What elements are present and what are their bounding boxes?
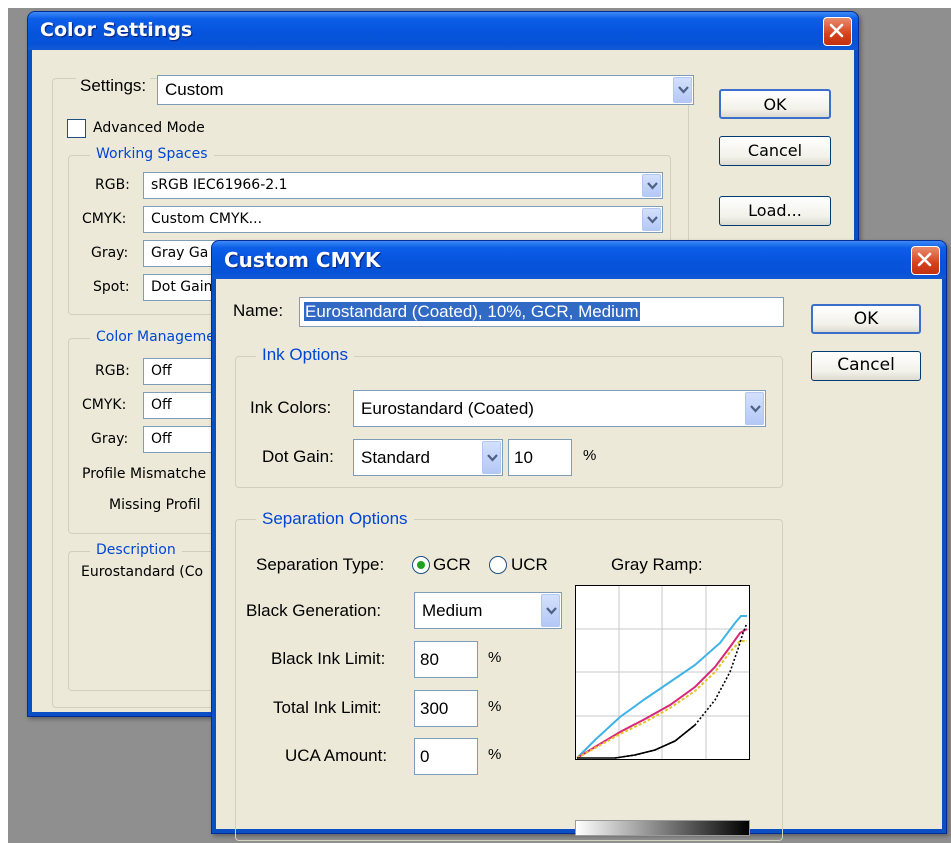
- dot-gain-percent-sign: %: [583, 447, 597, 464]
- cm-cmyk-label: CMYK:: [82, 397, 127, 413]
- dot-gain-percent-input[interactable]: 10: [508, 439, 572, 476]
- color-settings-title: Color Settings: [40, 19, 193, 41]
- dot-gain-dropdown-button[interactable]: [482, 441, 501, 474]
- cm-gray-value: Off: [151, 431, 172, 447]
- total-ink-limit-value: 300: [420, 699, 449, 718]
- description-text: Eurostandard (Co: [81, 564, 204, 580]
- custom-cmyk-dialog: Custom CMYK Name: Eurostandard (Coated),…: [211, 240, 947, 841]
- gray-ramp-bar: [575, 820, 750, 836]
- ws-rgb-value: sRGB IEC61966-2.1: [151, 177, 288, 193]
- cm-cmyk-value: Off: [151, 397, 172, 413]
- color-settings-load-button[interactable]: Load...: [719, 196, 831, 226]
- color-settings-titlebar[interactable]: Color Settings: [28, 12, 858, 50]
- uca-amount-percent: %: [488, 746, 502, 763]
- dot-gain-label: Dot Gain:: [262, 447, 334, 466]
- black-ink-limit-value: 80: [420, 650, 439, 669]
- working-spaces-title: Working Spaces: [90, 146, 214, 162]
- settings-dropdown-button[interactable]: [673, 77, 692, 103]
- ucr-radio[interactable]: [489, 556, 507, 574]
- black-generation-label: Black Generation:: [246, 601, 382, 620]
- dot-gain-percent-value: 10: [514, 448, 533, 467]
- ws-gray-label: Gray:: [91, 245, 129, 261]
- ws-gray-value: Gray Ga: [151, 245, 209, 261]
- ink-options-title: Ink Options: [256, 345, 354, 365]
- chevron-down-icon: [647, 215, 658, 224]
- separation-type-label: Separation Type:: [256, 555, 385, 574]
- ws-cmyk-value: Custom CMYK...: [151, 211, 263, 227]
- gcr-label: GCR: [433, 555, 471, 574]
- advanced-mode-checkbox[interactable]: [67, 119, 86, 138]
- profile-mismatch-label: Profile Mismatche: [82, 466, 207, 482]
- ok-label: OK: [763, 95, 787, 114]
- name-input[interactable]: Eurostandard (Coated), 10%, GCR, Medium: [299, 297, 784, 327]
- color-settings-cancel-button[interactable]: Cancel: [719, 136, 831, 166]
- ws-spot-label: Spot:: [93, 279, 130, 295]
- dot-gain-select[interactable]: Standard: [353, 439, 503, 476]
- ink-colors-select[interactable]: Eurostandard (Coated): [353, 390, 766, 427]
- gcr-radio[interactable]: [412, 556, 430, 574]
- color-settings-close-button[interactable]: [823, 17, 852, 46]
- custom-cmyk-title: Custom CMYK: [224, 248, 381, 272]
- chevron-down-icon: [546, 606, 557, 615]
- total-ink-limit-input[interactable]: 300: [414, 690, 478, 727]
- color-management-title: Color Manageme: [90, 329, 221, 345]
- chevron-down-icon: [678, 86, 689, 94]
- black-generation-dropdown-button[interactable]: [541, 594, 560, 627]
- separation-options-title: Separation Options: [256, 509, 414, 529]
- black-ink-limit-label: Black Ink Limit:: [271, 649, 386, 668]
- black-generation-select[interactable]: Medium: [414, 592, 562, 629]
- load-label: Load...: [748, 201, 802, 220]
- ok-label: OK: [853, 309, 879, 329]
- cm-rgb-label: RGB:: [95, 363, 130, 379]
- dot-gain-value: Standard: [361, 448, 430, 467]
- name-value: Eurostandard (Coated), 10%, GCR, Medium: [304, 302, 640, 321]
- uca-amount-value: 0: [420, 747, 430, 766]
- settings-select[interactable]: Custom: [157, 75, 694, 105]
- ws-spot-value: Dot Gain: [151, 279, 213, 295]
- name-label: Name:: [233, 301, 284, 320]
- uca-amount-label: UCA Amount:: [285, 746, 388, 765]
- close-icon: [917, 252, 932, 267]
- ink-colors-value: Eurostandard (Coated): [361, 399, 534, 418]
- ink-colors-label: Ink Colors:: [250, 398, 332, 417]
- ws-rgb-dropdown-button[interactable]: [642, 174, 661, 197]
- custom-cmyk-ok-button[interactable]: OK: [811, 304, 921, 334]
- cancel-label: Cancel: [837, 355, 895, 375]
- custom-cmyk-body: Name: Eurostandard (Coated), 10%, GCR, M…: [216, 279, 942, 841]
- ucr-label: UCR: [511, 555, 548, 574]
- color-settings-ok-button[interactable]: OK: [719, 89, 831, 119]
- ws-cmyk-dropdown-button[interactable]: [642, 208, 661, 231]
- black-generation-value: Medium: [422, 601, 483, 620]
- gray-ramp-graph: [575, 585, 750, 760]
- missing-profile-label: Missing Profil: [109, 497, 201, 513]
- custom-cmyk-close-button[interactable]: [911, 246, 940, 275]
- cm-gray-label: Gray:: [91, 431, 129, 447]
- chevron-down-icon: [750, 404, 761, 413]
- ink-colors-dropdown-button[interactable]: [745, 392, 764, 425]
- total-ink-limit-label: Total Ink Limit:: [273, 698, 382, 717]
- gray-ramp-label: Gray Ramp:: [611, 555, 703, 574]
- close-icon: [829, 23, 844, 38]
- cm-rgb-value: Off: [151, 363, 172, 379]
- black-ink-limit-input[interactable]: 80: [414, 641, 478, 678]
- ws-rgb-select[interactable]: sRGB IEC61966-2.1: [143, 172, 663, 199]
- settings-value: Custom: [165, 80, 224, 99]
- uca-amount-input[interactable]: 0: [414, 738, 478, 775]
- chevron-down-icon: [487, 453, 498, 462]
- ws-rgb-label: RGB:: [95, 177, 130, 193]
- black-ink-limit-percent: %: [488, 649, 502, 666]
- settings-label: Settings:: [76, 76, 151, 96]
- custom-cmyk-titlebar[interactable]: Custom CMYK: [212, 241, 946, 279]
- chevron-down-icon: [647, 181, 658, 190]
- cancel-label: Cancel: [747, 141, 803, 160]
- total-ink-limit-percent: %: [488, 698, 502, 715]
- custom-cmyk-cancel-button[interactable]: Cancel: [811, 351, 921, 381]
- ws-cmyk-label: CMYK:: [82, 211, 127, 227]
- description-title: Description: [90, 542, 182, 558]
- advanced-mode-label: Advanced Mode: [93, 120, 205, 136]
- ws-cmyk-select[interactable]: Custom CMYK...: [143, 206, 663, 233]
